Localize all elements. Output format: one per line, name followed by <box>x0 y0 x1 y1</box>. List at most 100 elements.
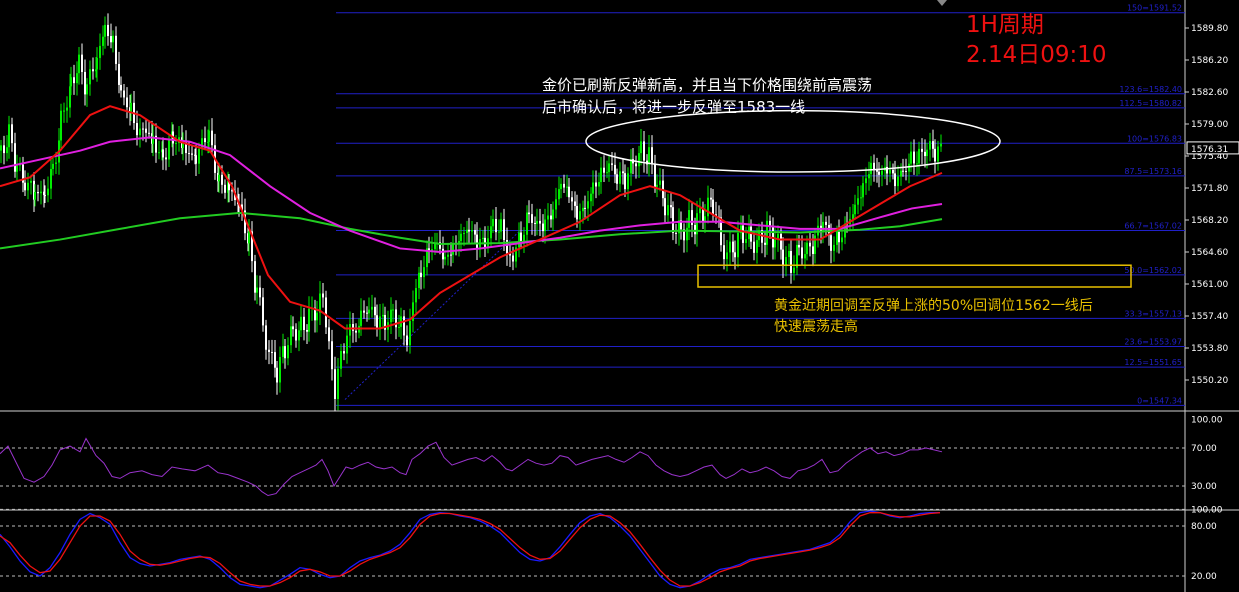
candle-body <box>878 171 880 175</box>
analysis-note-lower: 黄金近期回调至反弹上涨的50%回调位1562一线后 快速震荡走高 <box>774 296 1093 338</box>
candle-body <box>921 148 923 152</box>
candle-body <box>534 222 536 224</box>
candle-body <box>14 143 16 172</box>
candle-body <box>656 184 658 187</box>
oscillator-1-tick-label: 100.00 <box>1191 416 1223 426</box>
candle-body <box>390 309 392 323</box>
candle-body <box>576 205 578 220</box>
candle-body <box>897 176 899 187</box>
candle-body <box>688 210 690 228</box>
candle-body <box>600 167 602 183</box>
candle-body <box>325 297 327 328</box>
candle-body <box>814 235 816 254</box>
candle-body <box>40 191 42 194</box>
candle-body <box>123 90 125 98</box>
candle-body <box>37 192 39 194</box>
candle-body <box>191 153 193 155</box>
candle-body <box>579 211 581 220</box>
candle-body <box>745 239 747 243</box>
candle-body <box>463 233 465 235</box>
fib-level-label: 33.3=1557.13 <box>1124 309 1182 318</box>
candle-body <box>734 252 736 258</box>
candle-body <box>360 310 362 326</box>
candle-body <box>16 165 18 172</box>
candle-body <box>503 219 505 241</box>
candle-body <box>50 168 52 189</box>
candle-body <box>860 197 862 199</box>
candle-body <box>528 212 530 215</box>
candle-body <box>211 130 213 146</box>
candle-body <box>566 186 568 188</box>
candle-body <box>346 335 348 354</box>
candle-body <box>574 201 576 206</box>
candle-body <box>902 170 904 172</box>
candle-body <box>785 256 787 266</box>
fib-level-label: 123.6=1582.40 <box>1119 85 1182 94</box>
candle-body <box>868 174 870 179</box>
price-tick-label: 1579.00 <box>1191 120 1228 130</box>
candle-body <box>415 288 417 303</box>
candle-body <box>531 214 533 223</box>
candle-body <box>474 230 476 235</box>
candle-body <box>547 215 549 220</box>
candle-body <box>737 233 739 258</box>
candle-body <box>699 208 701 214</box>
candle-body <box>355 330 357 333</box>
candle-body <box>686 227 688 241</box>
candle-body <box>710 197 712 200</box>
candle-body <box>221 174 223 185</box>
candle-body <box>857 198 859 205</box>
timeframe-label: 1H周期 <box>966 12 1044 38</box>
fib-level-label: 50.0=1562.02 <box>1124 266 1182 275</box>
candle-body <box>622 171 624 174</box>
candle-body <box>308 308 310 332</box>
candle-body <box>11 124 13 144</box>
candle-body <box>558 189 560 200</box>
candle-body <box>804 254 806 259</box>
candle-body <box>99 45 101 58</box>
candle-body <box>8 124 10 148</box>
analysis-note-upper-line2: 后市确认后，将进一步反弹至1583一线 <box>542 98 806 116</box>
candle-body <box>648 147 650 165</box>
candle-body <box>145 128 147 133</box>
price-tick-label: 1571.80 <box>1191 184 1228 194</box>
candle-body <box>492 219 494 227</box>
candle-body <box>780 233 782 250</box>
candle-body <box>707 197 709 217</box>
candle-body <box>926 149 928 157</box>
candle-body <box>790 251 792 273</box>
candle-body <box>409 320 411 346</box>
candle-body <box>96 57 98 70</box>
candle-body <box>723 245 725 260</box>
candle-body <box>84 71 86 95</box>
candle-body <box>34 192 36 200</box>
candle-body <box>265 325 267 350</box>
candle-body <box>60 110 62 141</box>
candle-body <box>208 130 210 142</box>
candle-body <box>115 35 117 64</box>
candle-body <box>218 174 220 182</box>
candle-body <box>702 208 704 223</box>
candle-body <box>796 244 798 268</box>
price-tick-label: 1561.00 <box>1191 280 1228 290</box>
analysis-note-upper-line1: 金价已刷新反弹新高，并且当下价格围绕前高震荡 <box>542 76 873 94</box>
candle-body <box>753 241 755 253</box>
timeframe-title: 1H周期 2.14日09:10 <box>966 10 1107 70</box>
candle-body <box>675 232 677 234</box>
candle-body <box>672 207 674 233</box>
candle-body <box>932 141 934 149</box>
candle-body <box>476 234 478 249</box>
candle-body <box>542 223 544 232</box>
candle-body <box>168 140 170 160</box>
candle-body <box>471 230 473 232</box>
candle-body <box>195 155 197 164</box>
chart-shift-marker <box>937 0 947 6</box>
candle-body <box>24 182 26 191</box>
candle-body <box>47 188 49 196</box>
candle-body <box>892 169 894 174</box>
candle-body <box>606 172 608 174</box>
price-tick-label: 1589.80 <box>1191 24 1228 34</box>
candle-body <box>284 346 286 359</box>
candle-body <box>248 231 250 244</box>
candle-body <box>368 309 370 314</box>
